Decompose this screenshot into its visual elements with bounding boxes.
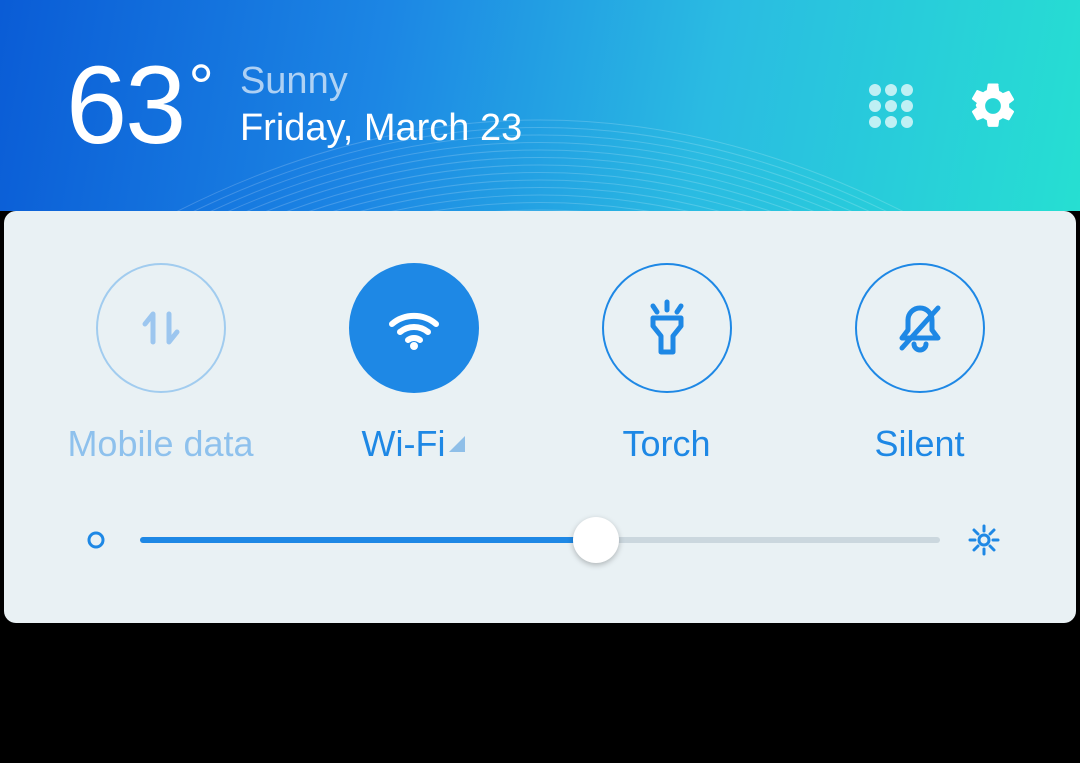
toggle-label: Mobile data [67,423,253,465]
toggle-label: Torch [622,423,710,465]
slider-fill [140,537,596,543]
silent-icon [855,263,985,393]
status-header: 63 ° Sunny Friday, March 23 [0,0,1080,211]
brightness-high-icon [968,524,1000,556]
wifi-icon [349,263,479,393]
toggle-label: Silent [874,423,964,465]
weather-condition: Sunny [240,59,522,105]
weather-temperature[interactable]: 63 ° [66,51,212,161]
degree-symbol: ° [188,55,212,119]
torch-icon [602,263,732,393]
quick-settings-panel: Mobile data Wi-Fi [4,211,1076,623]
header-date: Friday, March 23 [240,105,522,153]
temperature-value: 63 [66,51,184,161]
toggle-mobile-data[interactable]: Mobile data [34,263,287,465]
apps-grid-icon[interactable] [864,79,918,133]
mobile-data-icon [96,263,226,393]
toggle-wifi[interactable]: Wi-Fi [287,263,540,465]
settings-gear-icon[interactable] [966,79,1020,133]
weather-text-block[interactable]: Sunny Friday, March 23 [240,59,522,152]
slider-thumb[interactable] [573,517,619,563]
quick-toggle-row: Mobile data Wi-Fi [4,211,1076,465]
toggle-torch[interactable]: Torch [540,263,793,465]
brightness-track[interactable] [140,517,940,563]
expand-caret-icon [449,436,465,452]
toggle-silent[interactable]: Silent [793,263,1046,465]
brightness-low-icon [80,524,112,556]
toggle-label: Wi-Fi [362,423,446,465]
brightness-slider[interactable] [4,517,1076,563]
